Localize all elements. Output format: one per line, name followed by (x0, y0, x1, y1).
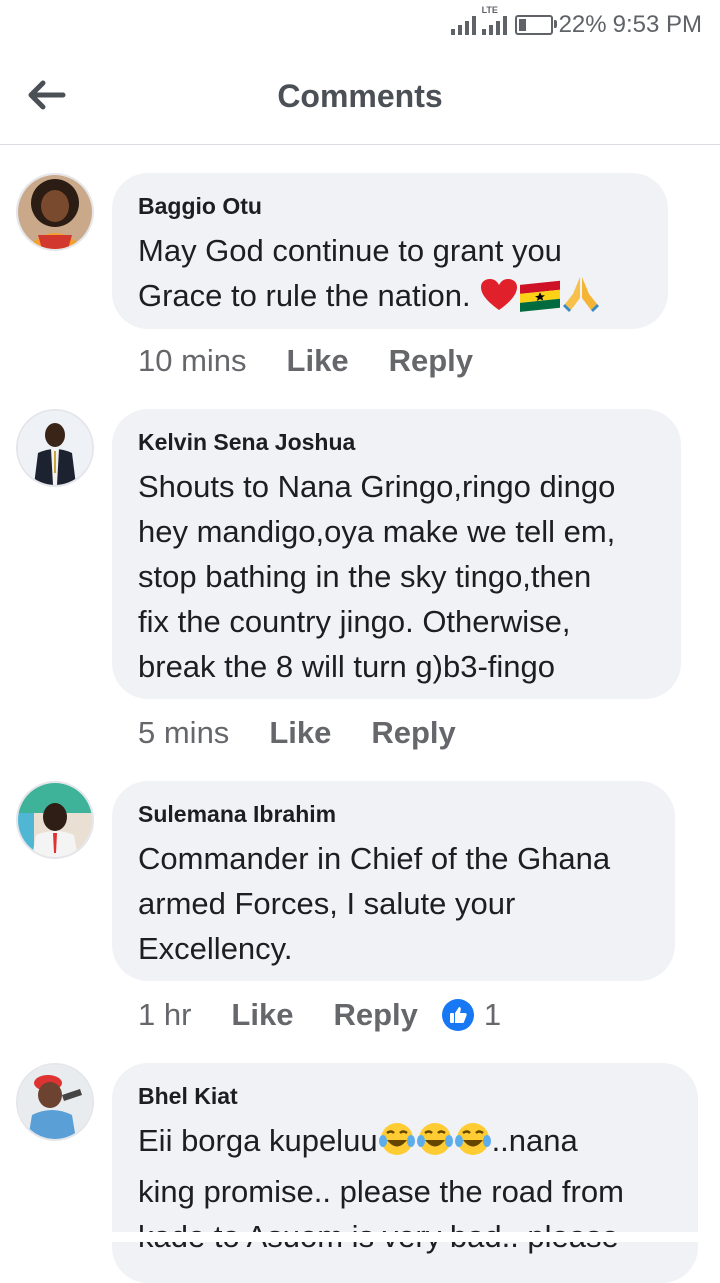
comment-time: 1 hr (138, 997, 192, 1032)
comment-bubble[interactable]: Sulemana Ibrahim Commander in Chief of t… (112, 781, 675, 981)
comment-time: 10 mins (138, 343, 247, 378)
like-button[interactable]: Like (231, 997, 293, 1033)
comment-author[interactable]: Baggio Otu (138, 193, 642, 220)
comment-text: May God continue to grant you Grace to r… (138, 228, 642, 324)
comment-bubble[interactable]: Kelvin Sena Joshua Shouts to Nana Gringo… (112, 409, 681, 699)
avatar[interactable] (16, 1063, 94, 1141)
reply-button[interactable]: Reply (333, 997, 417, 1033)
tears-of-joy-icon (378, 1121, 416, 1169)
thumbs-up-icon (441, 999, 474, 1031)
comment-text: Commander in Chief of the Ghana armed Fo… (138, 836, 649, 971)
avatar[interactable] (16, 781, 94, 859)
comment-text-line: hey mandigo,oya make we tell em, (138, 514, 616, 549)
tears-of-joy-icon (416, 1121, 454, 1169)
reply-button[interactable]: Reply (371, 715, 455, 751)
comment-author[interactable]: Sulemana Ibrahim (138, 801, 649, 828)
comment-time: 5 mins (138, 715, 230, 750)
reaction-count: 1 (483, 997, 502, 1032)
comment-bubble[interactable]: Baggio Otu May God continue to grant you… (112, 173, 668, 329)
avatar[interactable] (16, 409, 94, 487)
comment-text-line: king promise.. please the road from (138, 1174, 624, 1209)
comment-author[interactable]: Kelvin Sena Joshua (138, 429, 655, 456)
comment-text-line: armed Forces, I salute your (138, 886, 516, 921)
comment-actions: 10 mins Like Reply (138, 343, 473, 379)
red-heart-icon (479, 278, 519, 324)
comment-text-segment: ..nana (491, 1123, 578, 1158)
network-label: LTE (481, 5, 498, 15)
clock: 9:53 PM (612, 11, 702, 38)
comment-text-line: Shouts to Nana Gringo,ringo dingo (138, 469, 616, 504)
ghana-flag-icon (519, 278, 561, 324)
comment-text-line: Eii borga kupeluu ..nana (138, 1118, 672, 1169)
comment-author[interactable]: Bhel Kiat (138, 1083, 672, 1110)
comment-actions: 5 mins Like Reply (138, 715, 456, 751)
comment-actions: 1 hr Like Reply 1 (138, 997, 501, 1033)
like-button[interactable]: Like (287, 343, 349, 379)
like-button[interactable]: Like (269, 715, 331, 751)
tears-of-joy-icon (454, 1121, 492, 1169)
reply-button[interactable]: Reply (389, 343, 473, 379)
bottom-edge (0, 1232, 720, 1242)
comment-bubble[interactable]: Bhel Kiat Eii borga kupeluu ..nana king p… (112, 1063, 698, 1283)
lte-signal-icon: LTE (481, 5, 507, 35)
reaction-summary[interactable]: 1 (441, 997, 502, 1033)
header: Comments (0, 48, 720, 145)
battery-percent: 22% (558, 11, 607, 38)
avatar[interactable] (16, 173, 94, 251)
comment-text-segment: Eii borga kupeluu (138, 1123, 378, 1158)
comment-text-line: stop bathing in the sky tingo,then (138, 559, 592, 594)
comment-text-line: break the 8 will turn g)b3-fingo (138, 649, 556, 684)
page-title: Comments (277, 78, 443, 114)
battery-icon (514, 15, 557, 35)
comment-text-line: fix the country jingo. Otherwise, (138, 604, 571, 639)
comment-text: Shouts to Nana Gringo,ringo dingo hey ma… (138, 464, 655, 689)
comment-text-line: Excellency. (138, 931, 293, 966)
comment-text-line: Commander in Chief of the Ghana (138, 841, 611, 876)
signal-icon (450, 15, 476, 35)
status-bar: LTE 22% 9:53 PM (0, 0, 720, 48)
folded-hands-icon (561, 274, 601, 324)
status-icons: LTE 22% 9:53 PM (450, 5, 702, 40)
